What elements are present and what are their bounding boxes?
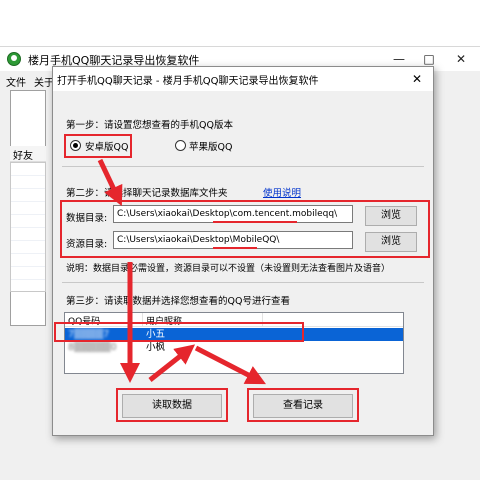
help-link[interactable]: 使用说明 [263,185,301,199]
annotation-box-directories [60,200,430,258]
dialog-close-icon[interactable]: ✕ [407,70,427,88]
nickname-cell: 小枫 [146,342,166,353]
apple-radio-label[interactable]: 苹果版QQ [189,139,232,153]
step1-label: 第一步：请设置您想查看的手机QQ版本 [66,120,233,131]
step1-separator [62,166,424,167]
step2-label: 第二步：请选择聊天记录数据库文件夹 [66,188,228,199]
menu-about[interactable]: 关于 [34,74,54,89]
friends-header[interactable]: 好友 [10,146,46,162]
qq-number-cell: 8▒▒▒▒▒0 [68,342,117,353]
step2-separator [62,282,424,283]
friends-list[interactable] [10,162,46,292]
right-panel [435,90,469,420]
annotation-box-read [116,388,228,422]
apple-radio[interactable] [175,140,186,151]
annotation-underline-res [213,247,257,249]
annotation-box-view [247,388,359,422]
dialog-title: 打开手机QQ聊天记录 - 楼月手机QQ聊天记录导出恢复软件 [57,76,319,87]
close-icon[interactable]: ✕ [446,49,476,69]
annotation-underline-data [213,221,297,223]
step3-label: 第三步：请读取数据并选择您想查看的QQ号进行查看 [66,296,290,307]
qq-row[interactable]: 8▒▒▒▒▒0 小枫 [65,341,403,354]
annotation-box-android [64,134,132,158]
annotation-box-selected-row [54,322,304,342]
dir-note: 说明：数据目录必需设置，资源目录可以不设置（未设置则无法查看图片及语音） [66,264,391,274]
dialog-title-bar: 打开手机QQ聊天记录 - 楼月手机QQ聊天记录导出恢复软件 ✕ [53,67,433,91]
app-logo-icon [7,52,21,66]
menu-file[interactable]: 文件 [6,74,26,89]
